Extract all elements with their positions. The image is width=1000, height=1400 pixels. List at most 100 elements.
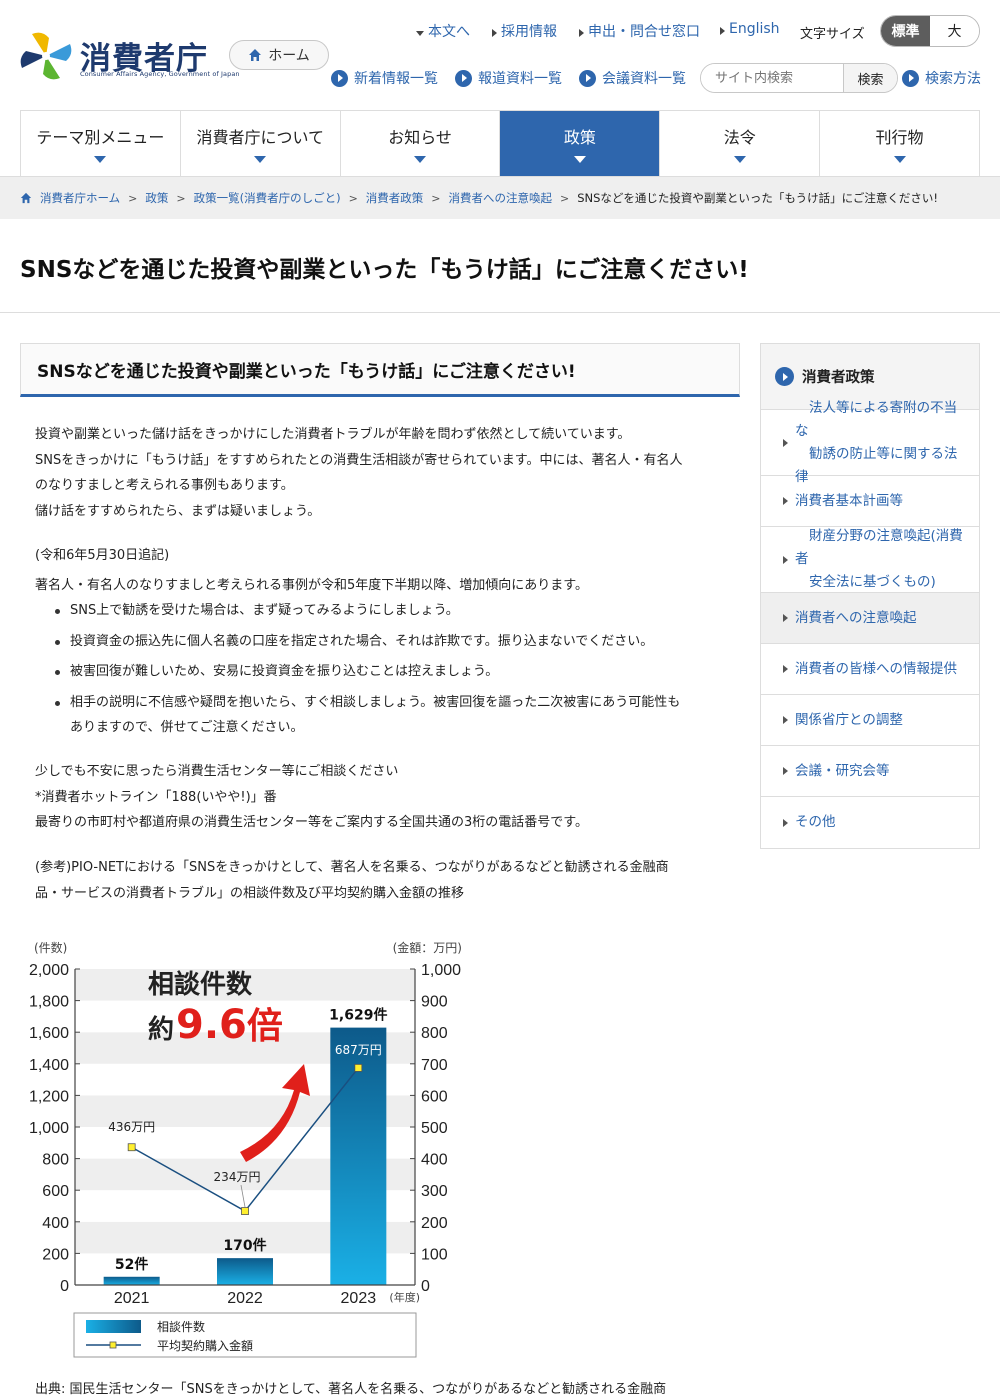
font-size-toggle: 標準 大 xyxy=(880,15,980,47)
annotation-value: 9.6 xyxy=(176,1002,247,1048)
y-right-tick-label: 400 xyxy=(421,1152,448,1169)
annotation-title: 相談件数 xyxy=(148,969,253,1000)
caret-down-icon xyxy=(254,156,267,163)
sidebar-item-info-provision[interactable]: 消費者の皆様への情報提供 xyxy=(761,644,979,695)
breadcrumb-consumer-policy[interactable]: 消費者政策 xyxy=(366,190,424,206)
nav-laws[interactable]: 法令 xyxy=(660,111,821,176)
arrow-circle-icon xyxy=(775,367,794,386)
consult-line: 少しでも不安に思ったら消費生活センター等にご相談ください xyxy=(35,764,399,779)
sidebar-item-other[interactable]: その他 xyxy=(761,797,979,848)
arrow-circle-icon xyxy=(902,69,919,87)
search-help-link[interactable]: 検索方法 xyxy=(902,68,981,88)
caret-down-icon xyxy=(573,156,586,163)
nav-news[interactable]: お知らせ xyxy=(341,111,501,176)
caret-down-icon xyxy=(416,30,424,36)
nav-about[interactable]: 消費者庁について xyxy=(181,111,341,176)
intro-line: SNSをきっかけに「もうけ話」をすすめられたとの消費生活相談が寄せられています。… xyxy=(35,452,683,468)
breadcrumb-policy-list[interactable]: 政策一覧(消費者庁のしごと) xyxy=(194,190,341,206)
arrow-circle-icon xyxy=(579,69,596,87)
font-size-large-button[interactable]: 大 xyxy=(930,16,979,46)
x-tick-label: 2022 xyxy=(227,1290,263,1307)
update-text: 著名人・有名人のなりすましと考えられる事例が令和5年度下半期以降、増加傾向にあり… xyxy=(35,578,588,593)
sidebar: 消費者政策 法人等による寄附の不当な 勧誘の防止等に関する法律 消費者基本計画等 … xyxy=(760,343,980,849)
annotation-suffix: 倍 xyxy=(247,1006,283,1047)
press-list-link[interactable]: 報道資料一覧 xyxy=(455,68,562,88)
arrow-circle-icon xyxy=(455,69,472,87)
nav-theme-menu[interactable]: テーマ別メニュー xyxy=(20,111,181,176)
sidebar-item-consumer-alerts[interactable]: 消費者への注意喚起 xyxy=(761,593,979,644)
source-text: 出典: 国民生活センター「SNSをきっかけとして、著名人を名乗る、つながりがある… xyxy=(35,1382,667,1397)
breadcrumb-separator-icon: > xyxy=(176,191,186,205)
home-button-label: ホーム xyxy=(268,48,310,64)
breadcrumb-home[interactable]: 消費者庁ホーム xyxy=(40,190,120,206)
breadcrumb-current: SNSなどを通じた投資や副業といった「もうけ話」にご注意ください! xyxy=(577,191,938,205)
search-button[interactable]: 検索 xyxy=(843,64,897,92)
breadcrumb-separator-icon: > xyxy=(128,191,138,205)
y-left-tick-label: 1,400 xyxy=(29,1057,69,1074)
y-left-tick-label: 2,000 xyxy=(29,962,69,979)
caret-right-icon xyxy=(492,29,497,37)
y-left-tick-label: 1,000 xyxy=(29,1120,69,1137)
recruit-link[interactable]: 採用情報 xyxy=(492,21,557,41)
intro-line: 儲け話をすすめられたら、まずは疑いましょう。 xyxy=(35,503,321,519)
legend-label: 平均契約購入金額 xyxy=(157,1338,253,1353)
caret-down-icon xyxy=(94,156,107,163)
y-left-tick-label: 600 xyxy=(42,1183,69,1200)
list-item: 被害回復が難しいため、安易に投資資金を振り込むことは控えましょう。 xyxy=(52,659,742,684)
section-heading: SNSなどを通じた投資や副業といった「もうけ話」にご注意ください! xyxy=(20,343,740,397)
logo-pinwheel-icon xyxy=(20,32,72,80)
sidebar-item-meetings[interactable]: 会議・研究会等 xyxy=(761,746,979,797)
breadcrumb-separator-icon: > xyxy=(560,191,570,205)
caret-down-icon xyxy=(414,156,427,163)
x-tick-label: 2021 xyxy=(114,1290,150,1307)
consult-line: *消費者ホットライン「188(いやや!)」番 xyxy=(35,789,277,805)
line-value-label: 687万円 xyxy=(335,1043,382,1057)
point-avg-amount-2023 xyxy=(354,1064,363,1072)
update-note: (令和6年5月30日追記) xyxy=(35,548,170,563)
font-size-standard-button[interactable]: 標準 xyxy=(881,16,930,46)
annotation-prefix: 約 xyxy=(148,1014,174,1045)
breadcrumb-separator-icon: > xyxy=(348,191,358,205)
breadcrumb: 消費者庁ホーム > 政策 > 政策一覧(消費者庁のしごと) > 消費者政策 > 消費者へ… xyxy=(0,177,1000,219)
y-left-tick-label: 0 xyxy=(60,1278,69,1295)
home-button[interactable]: ホーム xyxy=(229,40,329,70)
search-input[interactable] xyxy=(701,64,843,92)
point-avg-amount-2021 xyxy=(127,1143,136,1152)
meeting-list-link[interactable]: 会議資料一覧 xyxy=(579,68,686,88)
breadcrumb-policy[interactable]: 政策 xyxy=(145,190,168,206)
sidebar-item-property-alerts[interactable]: 財産分野の注意喚起(消費者 安全法に基づくもの) xyxy=(761,527,979,593)
y-right-axis-label: (金額：万円) xyxy=(393,940,462,955)
skip-to-content-link[interactable]: 本文へ xyxy=(416,21,470,41)
legend-swatch-bar xyxy=(86,1320,141,1333)
y-right-tick-label: 0 xyxy=(421,1278,430,1295)
bar-consultations-2021 xyxy=(103,1276,160,1285)
sidebar-item-ministry-coordination[interactable]: 関係省庁との調整 xyxy=(761,695,979,746)
consult-text: 少しでも不安に思ったら消費生活センター等にご相談ください *消費者ホットライン「… xyxy=(35,759,735,836)
site-logo[interactable]: 消費者庁 Consumer Affairs Agency, Government… xyxy=(18,30,240,82)
font-size-label: 文字サイズ xyxy=(800,27,865,42)
intro-line: のなりすましと考えられる事例もあります。 xyxy=(35,478,294,493)
line-value-label: 234万円 xyxy=(214,1170,261,1184)
english-link[interactable]: English xyxy=(720,21,780,37)
sidebar-item-donation-law[interactable]: 法人等による寄附の不当な 勧誘の防止等に関する法律 xyxy=(761,400,979,485)
home-icon xyxy=(249,49,262,61)
y-left-tick-label: 200 xyxy=(42,1246,69,1263)
news-list-link[interactable]: 新着情報一覧 xyxy=(331,68,438,88)
breadcrumb-alerts[interactable]: 消費者への注意喚起 xyxy=(449,190,553,206)
contact-link[interactable]: 申出・問合せ窓口 xyxy=(579,21,700,41)
intro-line: 投資や副業といった儲け話をきっかけにした消費者トラブルが年齢を問わず依然として続… xyxy=(35,427,631,442)
y-left-tick-label: 1,600 xyxy=(29,1025,69,1042)
nav-publications[interactable]: 刊行物 xyxy=(820,111,980,176)
arrow-circle-icon xyxy=(331,69,348,87)
sidebar-item-basic-plan[interactable]: 消費者基本計画等 xyxy=(761,476,979,527)
home-icon xyxy=(20,192,32,204)
advice-list: SNS上で勧誘を受けた場合は、まず疑ってみるようにしましょう。 投資資金の振込先… xyxy=(52,598,742,745)
list-item: SNS上で勧誘を受けた場合は、まず疑ってみるようにしましょう。 xyxy=(52,598,742,623)
list-item: 相手の説明に不信感や疑問を抱いたら、すぐ相談しましょう。被害回復を謳った二次被害… xyxy=(52,690,742,740)
bar-value-label: 1,629件 xyxy=(329,1007,387,1024)
list-item: 投資資金の振込先に個人名義の口座を指定された場合、それは詐欺です。振り込まないで… xyxy=(52,629,742,654)
y-right-tick-label: 600 xyxy=(421,1088,448,1105)
y-left-tick-label: 800 xyxy=(42,1152,69,1169)
nav-policy[interactable]: 政策 xyxy=(500,111,661,176)
point-avg-amount-2022 xyxy=(241,1207,249,1215)
